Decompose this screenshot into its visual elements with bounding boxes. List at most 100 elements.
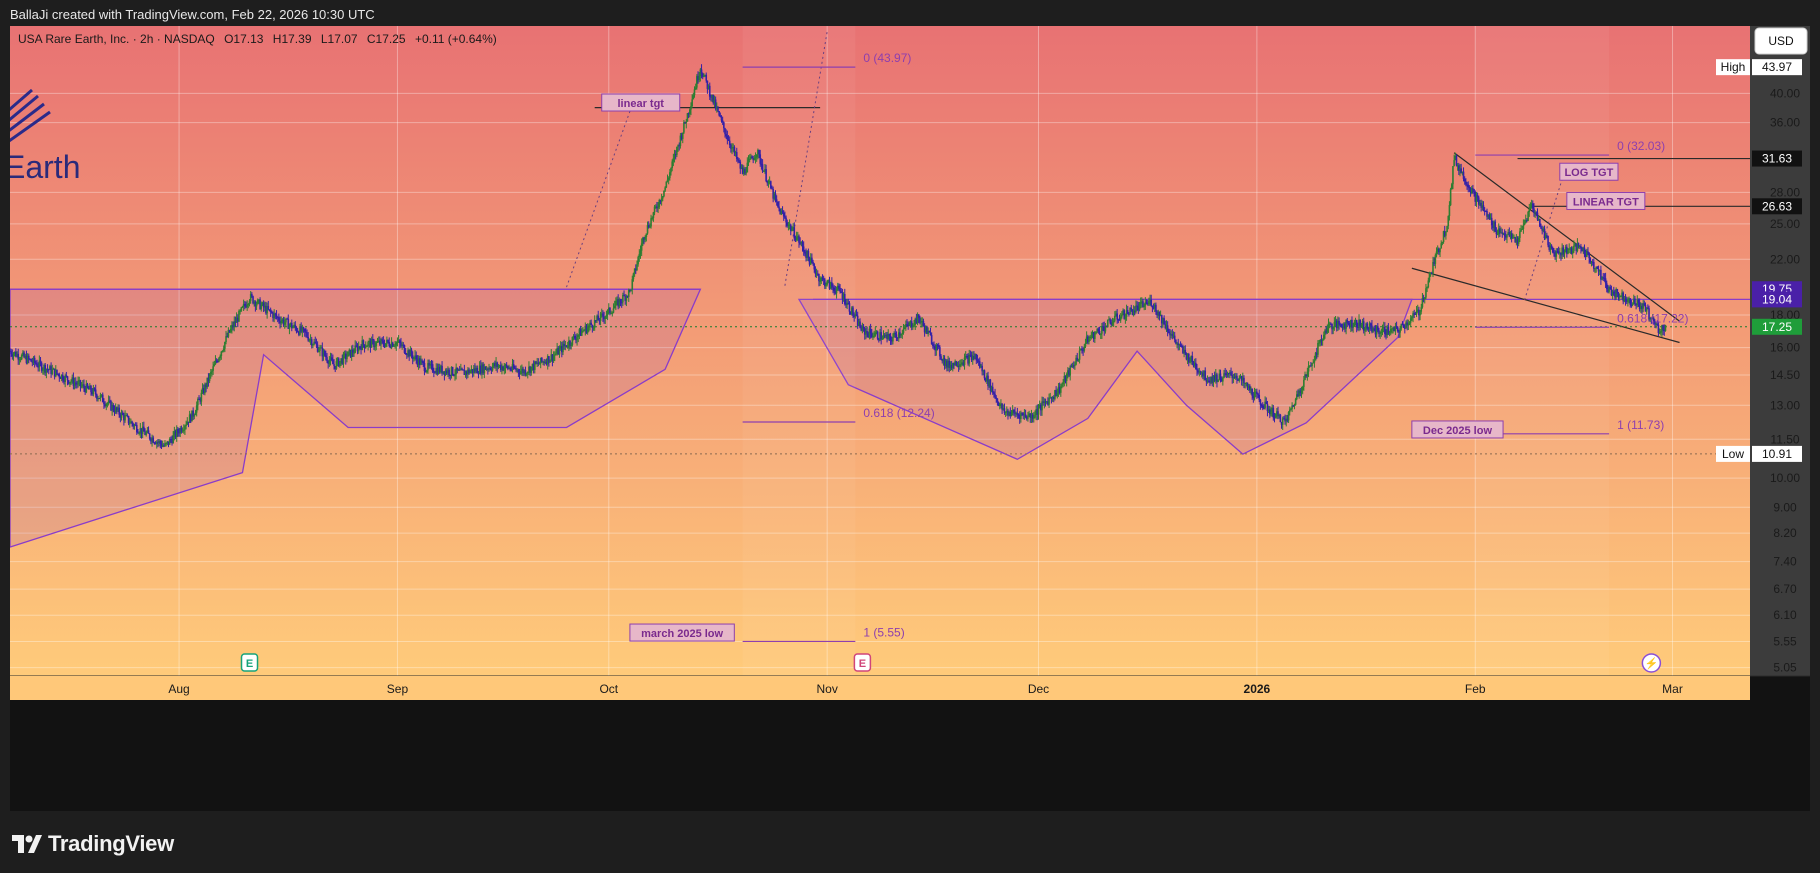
candle-body	[798, 236, 800, 243]
candle-body	[1338, 320, 1340, 325]
earnings-marker-icon[interactable]: E	[240, 653, 259, 672]
candle-body	[928, 330, 931, 333]
candle-body	[718, 111, 720, 116]
candle-body	[1312, 362, 1315, 364]
candle-body	[691, 99, 693, 107]
candle-body	[1634, 298, 1636, 304]
candle-body	[1352, 326, 1354, 328]
candle-body	[530, 366, 533, 373]
candle-body	[121, 412, 124, 415]
candle-body	[669, 172, 671, 179]
candle-body	[1355, 320, 1358, 327]
candle-body	[260, 305, 263, 310]
candle-body	[1547, 235, 1549, 246]
candle-body	[826, 280, 828, 285]
candle-body	[609, 307, 611, 314]
candle-body	[30, 359, 32, 362]
candle-body	[1411, 316, 1413, 319]
earnings-marker-icon[interactable]: E	[853, 653, 872, 672]
currency-button[interactable]: USD	[1754, 27, 1808, 55]
price-marker-label: 31.63	[1762, 152, 1792, 166]
candle-body	[211, 370, 213, 373]
candle-body	[101, 394, 104, 403]
candle-body	[19, 359, 22, 361]
candle-body	[1288, 409, 1291, 413]
candle-body	[1528, 208, 1531, 213]
candle-body	[1175, 339, 1177, 344]
candle-body	[1664, 324, 1667, 331]
candle-body	[759, 154, 762, 164]
low-stat-value: 10.91	[1762, 447, 1792, 461]
candle-body	[1523, 223, 1526, 225]
candle-body	[93, 388, 96, 390]
candle-body	[570, 344, 573, 346]
candle-body	[670, 168, 672, 173]
candle-body	[848, 303, 851, 312]
chart-frame[interactable]: 0 (43.97) 0.618 (12.24) 1 (5.55) 0 (32.03) 0…	[1, 26, 1810, 811]
annotation-tag-label: LINEAR TGT	[1573, 196, 1639, 208]
candle-body	[1627, 299, 1629, 302]
candle-body	[1119, 316, 1122, 321]
candle-body	[738, 160, 740, 162]
candle-body	[200, 392, 203, 402]
candle-body	[645, 233, 648, 237]
fib-level-label: 1 (11.73)	[1617, 418, 1664, 432]
candle-body	[36, 363, 38, 367]
candle-body	[27, 355, 30, 360]
candle-body	[251, 294, 253, 297]
candle-body	[302, 327, 305, 329]
candle-body	[549, 360, 551, 363]
y-tick-label: 10.00	[1770, 471, 1800, 485]
candle-body	[811, 257, 813, 263]
candle-body	[1109, 319, 1111, 323]
candle-body	[724, 128, 726, 135]
candle-body	[376, 341, 379, 343]
candle-body	[541, 357, 543, 362]
candle-body	[881, 338, 884, 340]
candle-body	[975, 354, 978, 361]
candle-body	[185, 424, 187, 426]
candle-body	[1604, 278, 1607, 284]
candle-body	[1407, 323, 1410, 326]
candle-body	[1473, 189, 1475, 192]
candle-body	[1065, 373, 1068, 381]
candle-body	[1256, 391, 1258, 395]
candle-body	[112, 405, 115, 411]
event-marker-icon[interactable]: ⚡	[1641, 653, 1662, 673]
candle-body	[1151, 305, 1154, 308]
candle-body	[209, 372, 212, 375]
candle-body	[663, 190, 665, 197]
candle-body	[312, 344, 314, 346]
high-stat-value: 43.97	[1762, 60, 1792, 74]
candle-body	[1077, 359, 1080, 361]
candle-body	[660, 198, 663, 202]
candle-body	[612, 308, 615, 313]
candle-body	[1408, 322, 1411, 324]
candle-body	[1217, 379, 1219, 382]
candle-body	[413, 357, 415, 360]
candle-body	[1081, 348, 1083, 351]
candle-body	[922, 320, 925, 326]
candle-body	[148, 433, 151, 439]
candle-body	[1168, 331, 1170, 334]
candle-body	[208, 374, 211, 382]
candle-body	[835, 289, 838, 294]
candle-body	[755, 154, 758, 158]
candle-body	[908, 322, 911, 326]
candle-body	[136, 424, 138, 433]
candle-body	[1090, 336, 1093, 338]
candle-body	[1010, 413, 1013, 416]
tradingview-brand[interactable]: TradingView	[12, 831, 174, 857]
candle-body	[1180, 345, 1183, 348]
price-chart[interactable]: 0 (43.97) 0.618 (12.24) 1 (5.55) 0 (32.03) 0…	[1, 26, 1810, 811]
candle-body	[793, 227, 796, 239]
candle-body	[739, 161, 742, 169]
candle-body	[1166, 325, 1169, 332]
candle-body	[10, 351, 12, 355]
candle-body	[604, 316, 607, 320]
candle-body	[650, 218, 652, 227]
candle-body	[62, 374, 64, 381]
candle-body	[77, 381, 79, 385]
candle-body	[778, 206, 780, 209]
candle-body	[593, 320, 596, 328]
